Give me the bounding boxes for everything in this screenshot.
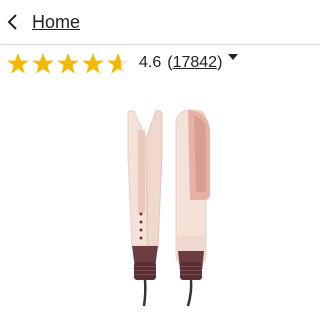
product-rating[interactable]: 4.6 (17842) bbox=[6, 51, 239, 75]
top-navigation-bar: Home bbox=[0, 0, 320, 45]
star-icon bbox=[6, 52, 30, 74]
back-link[interactable]: Home bbox=[6, 7, 80, 37]
hair-straightener-image bbox=[127, 109, 210, 307]
star-icon bbox=[31, 52, 55, 74]
chevron-left-icon bbox=[7, 14, 17, 30]
star-icon bbox=[81, 52, 105, 74]
star-icon bbox=[56, 52, 80, 74]
review-count-close-paren: ) bbox=[217, 54, 223, 71]
rating-stars bbox=[6, 52, 131, 75]
product-image bbox=[0, 96, 320, 320]
rating-score: 4.6 bbox=[139, 54, 162, 71]
chevron-down-icon[interactable] bbox=[228, 54, 239, 62]
review-count-number[interactable]: 17842 bbox=[173, 54, 218, 71]
review-count[interactable]: (17842) bbox=[167, 54, 222, 72]
back-link-label: Home bbox=[32, 11, 81, 32]
partial-star-icon bbox=[106, 52, 130, 74]
